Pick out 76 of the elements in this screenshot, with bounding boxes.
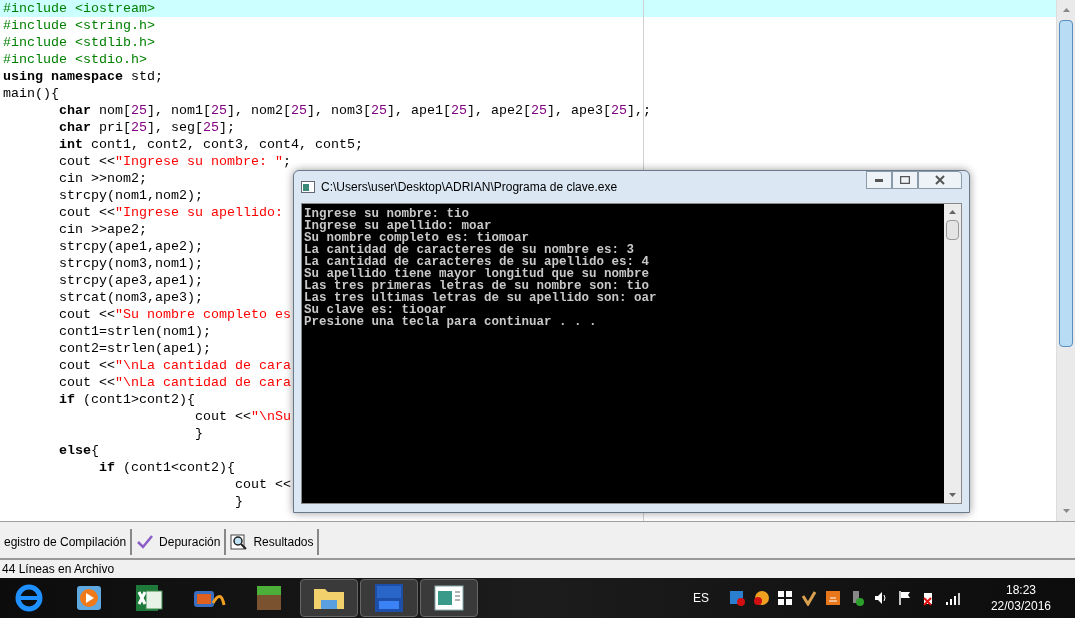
minimize-icon	[875, 178, 883, 182]
code-line: char nom[25], nom1[25], nom2[25], nom3[25], ape1[25], ape2[25], ape3[25],;	[58, 102, 651, 119]
scroll-thumb[interactable]	[946, 220, 959, 240]
clock-date: 22/03/2016	[990, 598, 1051, 614]
spreadsheet-icon	[134, 583, 164, 613]
code-line: #include <stdio.h>	[3, 51, 147, 68]
code-line: strcpy(nom3,nom1);	[58, 255, 203, 272]
play-icon	[75, 584, 103, 612]
minimize-button[interactable]	[866, 171, 892, 189]
code-line: #include <string.h>	[3, 17, 155, 34]
scroll-up-icon[interactable]	[1062, 8, 1070, 12]
console-line: La cantidad de caracteres de su apellido es: 4	[304, 256, 651, 268]
code-line: strcat(nom3,ape3);	[58, 289, 203, 306]
scroll-up-icon[interactable]	[949, 210, 956, 214]
code-line: cont1=strlen(nom1);	[58, 323, 211, 340]
console-line: Ingrese su nombre: tio	[304, 208, 471, 220]
console-line: Su clave es: tiooar	[304, 304, 448, 316]
check-icon	[136, 534, 155, 550]
code-line: cout <<"\nSu	[193, 408, 291, 425]
console-line: Las tres ultimas letras de su apellido son: oar	[304, 292, 658, 304]
code-line: if (cont1<cont2){	[97, 459, 235, 476]
flag-icon[interactable]	[896, 590, 913, 606]
code-line: }	[233, 493, 243, 510]
window-title: C:\Users\user\Desktop\ADRIAN\Programa de clave.exe	[321, 179, 618, 196]
code-line: if (cont1>cont2){	[58, 391, 195, 408]
maximize-icon	[900, 176, 910, 184]
code-line: cout <<"Ingrese su nombre: ";	[58, 153, 291, 170]
code-line: using namespace std;	[3, 68, 163, 85]
close-button[interactable]	[918, 171, 962, 189]
code-line: main(){	[3, 85, 59, 102]
checkmark-logo-icon[interactable]	[800, 590, 817, 606]
language-indicator[interactable]: ES	[692, 589, 709, 607]
code-line: cont2=strlen(ape1);	[58, 340, 211, 357]
console-app-icon	[301, 181, 315, 193]
console-line: Ingrese su apellido: moar	[304, 220, 492, 232]
code-line: strcpy(nom1,nom2);	[58, 187, 203, 204]
code-line: strcpy(ape1,ape2);	[58, 238, 203, 255]
code-line: cin >>ape2;	[58, 221, 147, 238]
code-line: cout <<"Ingrese su apellido:	[58, 204, 283, 221]
console-line: Su nombre completo es: tiomoar	[304, 232, 531, 244]
magnifier-icon	[230, 534, 249, 550]
close-icon	[935, 175, 945, 185]
code-line: strcpy(ape3,ape1);	[58, 272, 203, 289]
code-line: cin >>nom2;	[58, 170, 147, 187]
scrollbar[interactable]	[1056, 0, 1075, 521]
code-line: int cont1, cont2, cont3, cont4, cont5;	[58, 136, 363, 153]
code-line: cout <<	[233, 476, 291, 493]
speaker-icon[interactable]	[872, 590, 889, 606]
clock[interactable]: 18:23 22/03/2016	[990, 582, 1051, 614]
taskbar-app[interactable]	[300, 579, 358, 617]
console-line: Su apellido tiene mayor longitud que su nombre	[304, 268, 651, 280]
console-line: Presione una tecla para continuar . . .	[304, 316, 598, 328]
console-scrollbar[interactable]	[944, 204, 961, 503]
code-line: else{	[58, 442, 99, 459]
code-line: char pri[25], seg[25];	[58, 119, 235, 136]
clock-time: 18:23	[1005, 582, 1036, 598]
globe-e-icon	[14, 583, 44, 613]
code-line: cout <<"\nLa cantidad de cara	[58, 374, 291, 391]
scroll-thumb[interactable]	[1059, 20, 1073, 347]
tray-app-icon[interactable]	[824, 590, 841, 606]
maximize-button[interactable]	[892, 171, 918, 189]
code-line: #include <stdlib.h>	[3, 34, 155, 51]
code-line: }	[193, 425, 203, 442]
scroll-down-icon[interactable]	[1062, 509, 1070, 513]
code-line: cout <<"Su nombre completo es	[58, 306, 291, 323]
signal-icon[interactable]	[944, 590, 961, 606]
windows-logo-icon[interactable]	[776, 590, 793, 606]
grass-block-icon	[254, 583, 284, 613]
console-line: Las tres primeras letras de su nombre son: tio	[304, 280, 651, 292]
window-icon	[433, 584, 465, 612]
code-line: cout <<"\nLa cantidad de cara	[58, 357, 291, 374]
console-line: La cantidad de caracteres de su nombre es: 3	[304, 244, 636, 256]
error-badge-icon[interactable]	[752, 590, 769, 606]
taskbar-app[interactable]	[420, 579, 478, 617]
network-alert-icon[interactable]	[728, 590, 745, 606]
code-line: #include <iostream>	[3, 0, 155, 17]
